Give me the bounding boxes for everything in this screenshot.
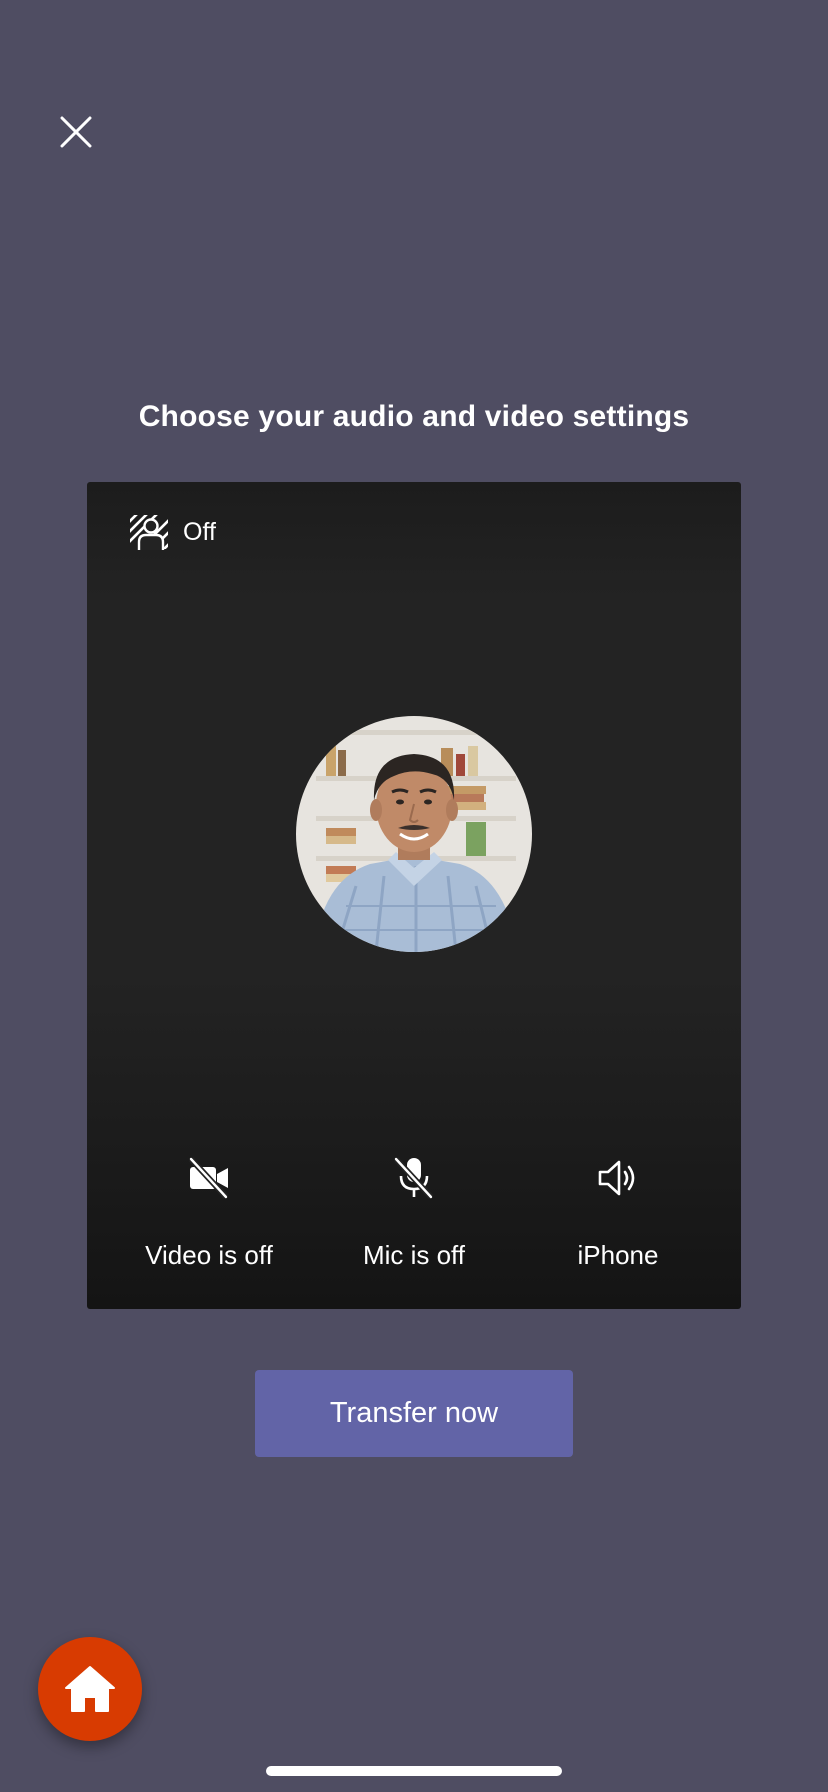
transfer-now-button[interactable]: Transfer now: [255, 1370, 573, 1457]
audio-device-label: iPhone: [577, 1240, 659, 1270]
background-effects-icon: [130, 515, 168, 550]
home-indicator-bar[interactable]: [266, 1766, 562, 1776]
background-effects-toggle[interactable]: Off: [129, 512, 216, 552]
video-off-icon: [188, 1156, 229, 1200]
close-button[interactable]: [52, 108, 100, 156]
device-controls: Video is off Mic is off iPhone: [87, 1152, 741, 1292]
background-effects-label: Off: [183, 517, 216, 546]
speaker-icon: [598, 1160, 635, 1196]
home-icon: [65, 1666, 115, 1712]
page-title: Choose your audio and video settings: [138, 400, 690, 433]
speaker-select-button[interactable]: iPhone: [508, 1152, 728, 1271]
video-preview-panel: Off Video is off Mic is off iPhone: [87, 482, 741, 1309]
mic-toggle-button[interactable]: Mic is off: [304, 1152, 524, 1271]
video-status-label: Video is off: [145, 1240, 273, 1270]
avatar: [296, 716, 532, 952]
video-toggle-button[interactable]: Video is off: [99, 1152, 319, 1271]
mic-status-label: Mic is off: [362, 1240, 466, 1270]
home-fab-button[interactable]: [38, 1637, 142, 1741]
close-icon: [60, 116, 92, 148]
mic-off-icon: [393, 1156, 434, 1200]
